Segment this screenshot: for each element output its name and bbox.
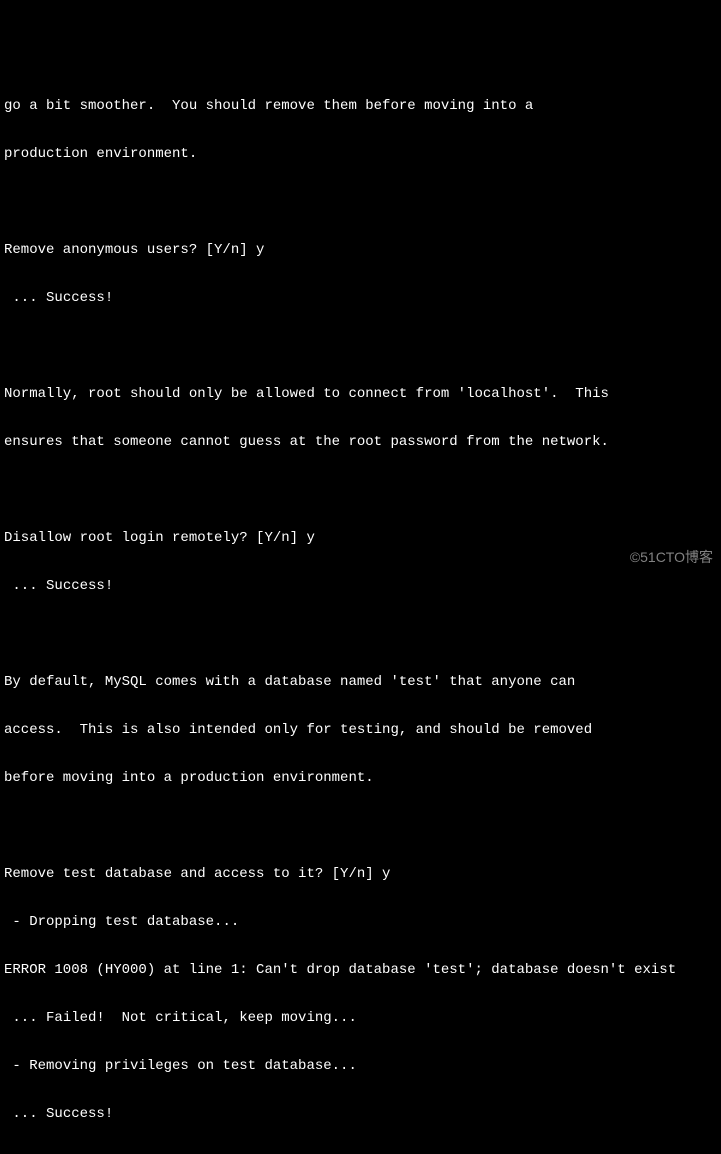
terminal-line: Remove anonymous users? [Y/n] y (4, 242, 717, 258)
terminal-line: Normally, root should only be allowed to… (4, 386, 717, 402)
terminal-line (4, 626, 717, 642)
terminal-line (4, 482, 717, 498)
terminal-line: access. This is also intended only for t… (4, 722, 717, 738)
terminal-line: ... Failed! Not critical, keep moving... (4, 1010, 717, 1026)
terminal-line: production environment. (4, 146, 717, 162)
terminal-line: Remove test database and access to it? [… (4, 866, 717, 882)
terminal-line: - Dropping test database... (4, 914, 717, 930)
terminal-line: - Removing privileges on test database..… (4, 1058, 717, 1074)
terminal-line (4, 194, 717, 210)
terminal-line: By default, MySQL comes with a database … (4, 674, 717, 690)
watermark-text: ©51CTO博客 (630, 549, 713, 565)
terminal-line: ... Success! (4, 1106, 717, 1122)
terminal-line: ensures that someone cannot guess at the… (4, 434, 717, 450)
terminal-line: ... Success! (4, 290, 717, 306)
terminal-line (4, 818, 717, 834)
terminal-line: ... Success! (4, 578, 717, 594)
terminal-output[interactable]: go a bit smoother. You should remove the… (4, 66, 717, 1154)
terminal-line (4, 338, 717, 354)
terminal-line: before moving into a production environm… (4, 770, 717, 786)
terminal-line: Disallow root login remotely? [Y/n] y (4, 530, 717, 546)
terminal-line: ERROR 1008 (HY000) at line 1: Can't drop… (4, 962, 717, 978)
terminal-line: go a bit smoother. You should remove the… (4, 98, 717, 114)
